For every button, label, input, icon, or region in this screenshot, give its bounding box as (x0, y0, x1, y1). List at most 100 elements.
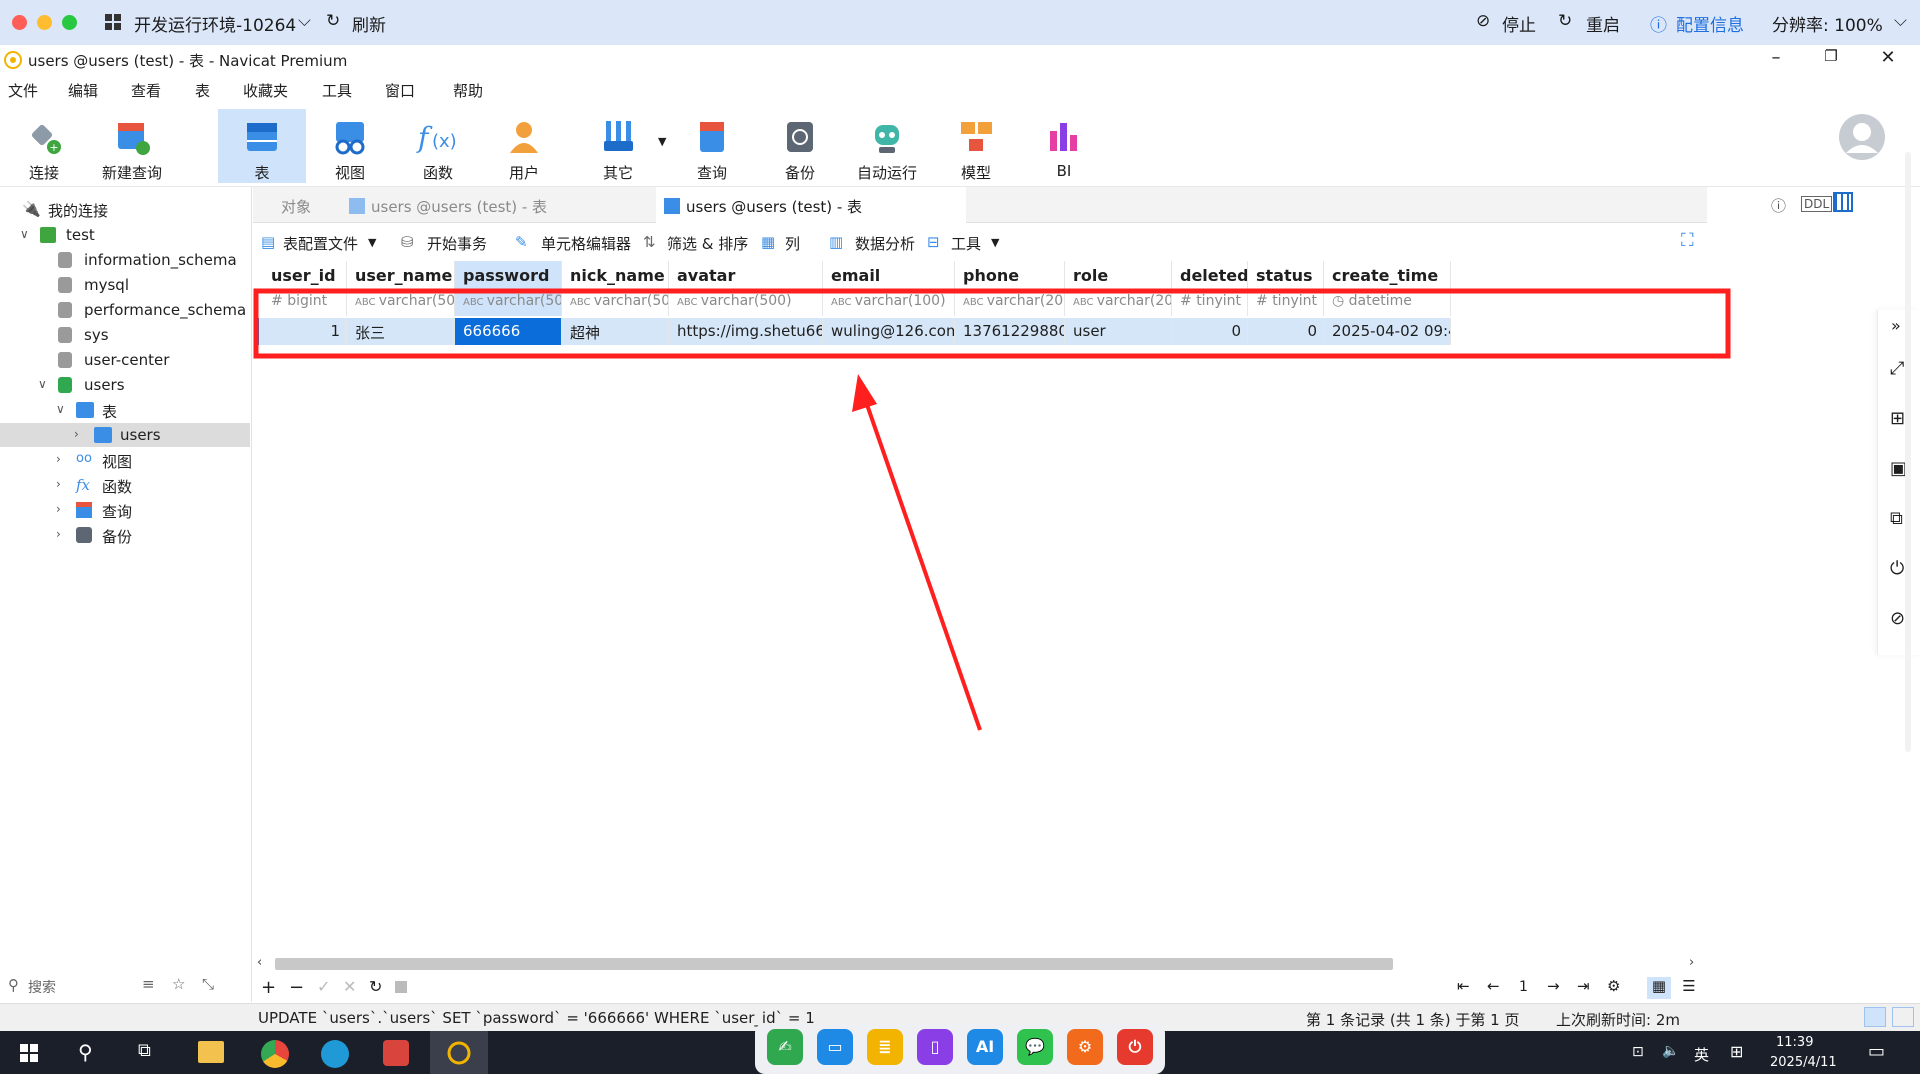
stop-button[interactable]: 停止 (1502, 11, 1536, 36)
last-page-icon[interactable]: ⇥ (1577, 977, 1590, 995)
new-query-button[interactable]: 新建查询 (88, 109, 176, 183)
tab-users-table-2[interactable]: users @users (test) - 表 (656, 187, 966, 223)
column-header[interactable]: email (823, 261, 955, 290)
tab-users-table-1[interactable]: users @users (test) - 表 (345, 187, 650, 223)
task-view-icon[interactable]: ⧉ (138, 1040, 151, 1061)
filter-sort-button[interactable]: 筛选 & 排序 (667, 233, 748, 254)
tools-button[interactable]: 工具 (951, 233, 981, 254)
environment-selector[interactable]: 开发运行环境-10264 (134, 11, 296, 36)
keyboard-icon[interactable]: ⊞ (1730, 1042, 1743, 1061)
restart-icon[interactable]: ↻ (1558, 11, 1572, 31)
chevron-down-icon[interactable]: ∨ (38, 377, 47, 391)
volume-icon[interactable]: 🔈 (1662, 1043, 1679, 1059)
fullscreen-icon[interactable]: ⤢ (1890, 358, 1904, 379)
chevron-left-icon[interactable]: ‹ (257, 955, 262, 970)
close-dot[interactable] (12, 15, 27, 30)
data-analysis-button[interactable]: 数据分析 (855, 233, 915, 254)
chrome-icon[interactable] (261, 1040, 289, 1068)
refresh-icon[interactable]: ↻ (369, 977, 382, 996)
menu-favorites[interactable]: 收藏夹 (243, 80, 288, 101)
previous-page-icon[interactable]: ← (1487, 977, 1500, 995)
table-cell[interactable]: 张三 (347, 318, 455, 345)
chevron-right-icon[interactable]: › (1689, 955, 1694, 970)
table-profile-button[interactable]: 表配置文件 (283, 233, 358, 254)
menu-help[interactable]: 帮助 (453, 80, 483, 101)
tree-connection-test[interactable]: ∨ test (0, 223, 250, 247)
star-icon[interactable]: ☆ (172, 975, 185, 993)
chevron-right-icon[interactable]: › (74, 427, 79, 441)
refresh-icon[interactable]: ↻ (326, 11, 340, 31)
table-cell[interactable]: 13761229880 (955, 318, 1065, 345)
tree-db-user-center[interactable]: user-center (0, 348, 250, 372)
caret-down-icon[interactable]: ▼ (658, 135, 666, 148)
page-number-input[interactable]: 1 (1519, 979, 1528, 995)
search-icon[interactable]: ⚲ (78, 1040, 93, 1064)
copy-icon[interactable]: ⧉ (1890, 508, 1903, 529)
column-header[interactable]: user_id (263, 261, 347, 290)
tree-queries-folder[interactable]: › 查询 (0, 498, 250, 522)
clock-time[interactable]: 11:39 (1776, 1035, 1813, 1050)
dock-ai-icon[interactable]: AI (967, 1029, 1003, 1065)
table-button[interactable]: 表 (218, 109, 306, 183)
chevron-right-icon[interactable]: › (56, 452, 61, 466)
menu-file[interactable]: 文件 (8, 80, 38, 101)
panel-right-icon[interactable] (1892, 1007, 1914, 1027)
file-explorer-icon[interactable] (198, 1041, 224, 1063)
config-button[interactable]: 配置信息 (1676, 11, 1744, 36)
tree-root[interactable]: 🔌 我的连接 (0, 197, 250, 221)
chevron-down-icon[interactable]: ∨ (56, 402, 65, 416)
info-icon[interactable]: ⓘ (1771, 195, 1786, 216)
collapse-icon[interactable]: ⤡ (202, 975, 214, 993)
discard-icon[interactable]: ✕ (343, 977, 356, 996)
settings-icon[interactable]: ⚙ (1607, 977, 1620, 995)
grid-view-icon[interactable] (1833, 192, 1853, 212)
restore-icon[interactable]: ❐ (1811, 47, 1851, 73)
chevron-down-icon[interactable]: ∨ (20, 227, 29, 241)
dock-settings-icon[interactable]: ⚙ (1067, 1029, 1103, 1065)
avatar[interactable] (1838, 113, 1886, 161)
grid-view-icon[interactable]: ▦ (1647, 977, 1671, 999)
chevron-right-icon[interactable]: › (56, 477, 61, 491)
tree-db-sys[interactable]: sys (0, 323, 250, 347)
column-header[interactable]: create_time (1324, 261, 1451, 290)
start-icon[interactable] (20, 1044, 38, 1062)
search-input[interactable]: 搜索 (28, 977, 56, 997)
stop-icon[interactable]: ⊘ (1476, 11, 1490, 31)
chevron-right-icon[interactable]: › (56, 527, 61, 541)
add-record-icon[interactable]: + (261, 977, 276, 998)
dock-chat-icon[interactable]: 💬 (1017, 1029, 1053, 1065)
other-button[interactable]: 其它 (574, 109, 662, 183)
tree-db-mysql[interactable]: mysql (0, 273, 250, 297)
menu-edit[interactable]: 编辑 (68, 80, 98, 101)
tree-db-performance-schema[interactable]: performance_schema (0, 298, 250, 322)
dock-notes-icon[interactable]: ≣ (867, 1029, 903, 1065)
vertical-scrollbar[interactable] (1905, 152, 1911, 752)
table-cell[interactable]: 0 (1172, 318, 1248, 345)
menu-window[interactable]: 窗口 (385, 80, 415, 101)
fullscreen-icon[interactable]: ⛶ (1681, 230, 1694, 251)
tree-tables-folder[interactable]: ∨ 表 (0, 398, 250, 422)
column-header[interactable]: password (455, 261, 562, 290)
chevron-right-icon[interactable]: › (56, 502, 61, 516)
column-header[interactable]: nick_name (562, 261, 669, 290)
table-cell[interactable]: 0 (1248, 318, 1324, 345)
expand-icon[interactable]: » (1891, 316, 1901, 335)
network-icon[interactable]: ⊡ (1632, 1044, 1644, 1060)
menu-table[interactable]: 表 (195, 80, 210, 101)
begin-transaction-button[interactable]: 开始事务 (427, 233, 487, 254)
edge-icon[interactable] (321, 1040, 349, 1068)
tree-db-users[interactable]: ∨ users (0, 373, 250, 397)
restart-button[interactable]: 重启 (1586, 11, 1620, 36)
column-header[interactable]: role (1065, 261, 1172, 290)
stop-icon[interactable] (395, 981, 407, 993)
table-cell[interactable]: user (1065, 318, 1172, 345)
close-icon[interactable]: ✕ (1868, 47, 1908, 73)
columns-button[interactable]: 列 (785, 233, 800, 254)
apply-icon[interactable]: ✓ (317, 977, 330, 996)
table-cell[interactable]: 1 (263, 318, 347, 345)
user-button[interactable]: 用户 (480, 109, 568, 183)
automation-button[interactable]: 自动运行 (843, 109, 931, 183)
cell-editor-button[interactable]: 单元格编辑器 (541, 233, 631, 254)
caret-down-icon[interactable]: ▼ (991, 236, 999, 249)
column-header[interactable]: status (1248, 261, 1324, 290)
